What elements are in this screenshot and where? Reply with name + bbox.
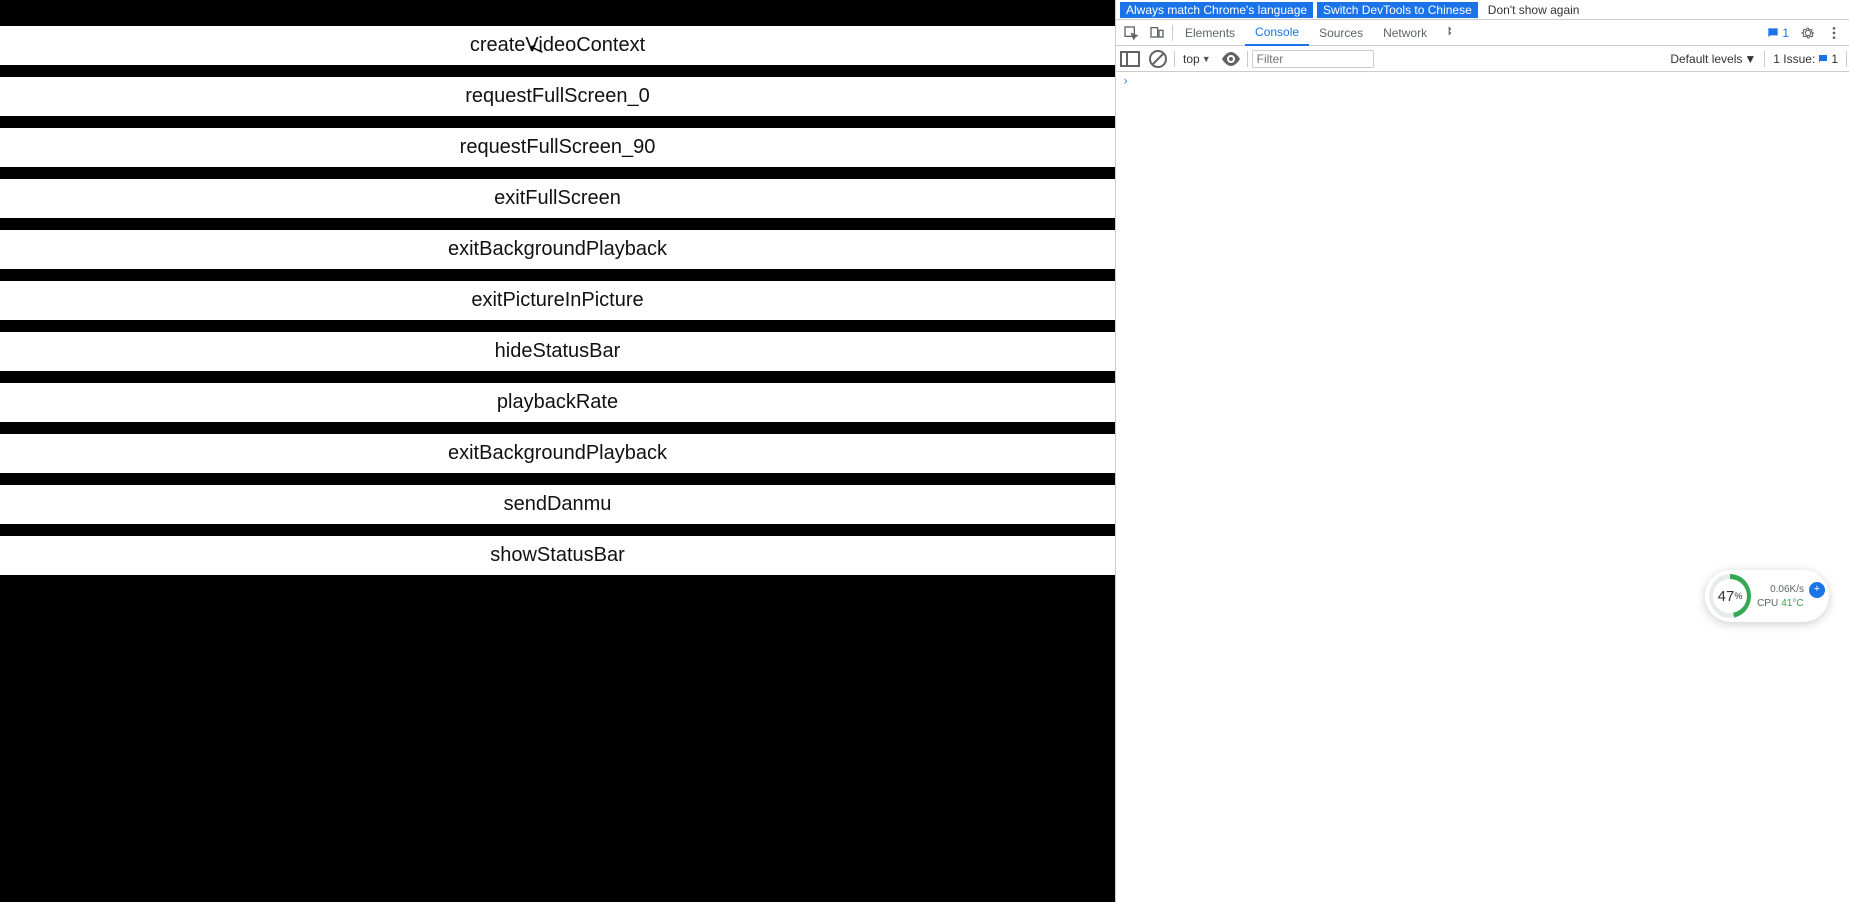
message-count-badge[interactable]: 1 <box>1760 26 1795 40</box>
button-label: sendDanmu <box>504 493 612 516</box>
tab-sources[interactable]: Sources <box>1309 20 1373 46</box>
button-label: exitBackgroundPlayback <box>448 238 667 261</box>
net-speed: 0.06K/s <box>1770 584 1804 596</box>
console-prompt-icon: › <box>1122 74 1129 88</box>
dont-show-again-button[interactable]: Don't show again <box>1482 2 1586 18</box>
percent-symbol: % <box>1734 591 1742 601</box>
chevron-down-icon: ▼ <box>1202 54 1211 64</box>
always-match-language-button[interactable]: Always match Chrome's language <box>1120 2 1313 18</box>
usage-value: 47% <box>1713 579 1747 613</box>
separator <box>1247 51 1248 67</box>
api-button-requestFullScreen-90[interactable]: requestFullScreen_90 <box>0 128 1115 167</box>
system-monitor-widget[interactable]: 47% 0.06K/s + CPU 41°C <box>1705 570 1829 622</box>
api-button-exitBackgroundPlayback[interactable]: exitBackgroundPlayback <box>0 230 1115 269</box>
api-button-showStatusBar[interactable]: showStatusBar <box>0 536 1115 575</box>
api-button-exitBackgroundPlayback-2[interactable]: exitBackgroundPlayback <box>0 434 1115 473</box>
console-toolbar: top ▼ Default levels ▼ 1 Issue: 1 <box>1116 46 1849 72</box>
button-label: playbackRate <box>497 391 618 414</box>
settings-icon[interactable] <box>1795 20 1821 46</box>
devtools-panel: Always match Chrome's language Switch De… <box>1115 0 1849 902</box>
tab-console[interactable]: Console <box>1245 20 1309 46</box>
issues-count: 1 <box>1831 52 1838 66</box>
api-button-requestFullScreen-0[interactable]: requestFullScreen_0 <box>0 77 1115 116</box>
button-label: showStatusBar <box>490 544 625 567</box>
system-stats: 0.06K/s + CPU 41°C <box>1757 582 1825 610</box>
separator <box>1764 51 1765 67</box>
sidebar-toggle-icon[interactable] <box>1118 47 1142 71</box>
switch-to-chinese-button[interactable]: Switch DevTools to Chinese <box>1317 2 1478 18</box>
message-count-value: 1 <box>1782 26 1789 40</box>
api-button-playbackRate[interactable]: playbackRate <box>0 383 1115 422</box>
preview-pane[interactable]: createVideoContext requestFullScreen_0 r… <box>0 0 1115 902</box>
usage-percent: 47 <box>1718 588 1735 605</box>
console-body[interactable]: › <box>1116 72 1849 902</box>
language-infobar: Always match Chrome's language Switch De… <box>1116 0 1849 20</box>
button-label: exitBackgroundPlayback <box>448 442 667 465</box>
button-label: requestFullScreen_90 <box>460 136 656 159</box>
device-toolbar-icon[interactable] <box>1144 20 1170 46</box>
button-label: hideStatusBar <box>495 340 621 363</box>
api-button-exitPictureInPicture[interactable]: exitPictureInPicture <box>0 281 1115 320</box>
more-tabs-icon[interactable] <box>1437 20 1463 46</box>
devtools-tabstrip: Elements Console Sources Network 1 <box>1116 20 1849 46</box>
api-button-sendDanmu[interactable]: sendDanmu <box>0 485 1115 524</box>
separator <box>1174 51 1175 67</box>
context-value: top <box>1183 52 1200 66</box>
usage-ring: 47% <box>1709 574 1751 618</box>
button-label: createVideoContext <box>470 34 645 57</box>
button-label: requestFullScreen_0 <box>465 85 650 108</box>
live-expression-icon[interactable] <box>1219 47 1243 71</box>
separator <box>1846 51 1847 67</box>
clear-console-icon[interactable] <box>1146 47 1170 71</box>
levels-label: Default levels <box>1670 52 1742 66</box>
more-menu-icon[interactable] <box>1821 20 1847 46</box>
api-button-exitFullScreen[interactable]: exitFullScreen <box>0 179 1115 218</box>
cpu-temp: 41°C <box>1781 598 1803 610</box>
tab-network[interactable]: Network <box>1373 20 1437 46</box>
cpu-label: CPU <box>1757 598 1778 610</box>
api-button-createVideoContext[interactable]: createVideoContext <box>0 26 1115 65</box>
inspect-element-icon[interactable] <box>1118 20 1144 46</box>
log-levels-selector[interactable]: Default levels ▼ <box>1666 52 1760 66</box>
button-label: exitFullScreen <box>494 187 621 210</box>
button-label: exitPictureInPicture <box>471 289 643 312</box>
add-widget-icon[interactable]: + <box>1809 582 1825 598</box>
preview-filler <box>0 587 1115 887</box>
issues-label: 1 Issue: <box>1773 52 1815 66</box>
filter-input[interactable] <box>1252 50 1374 68</box>
context-selector[interactable]: top ▼ <box>1179 52 1215 66</box>
separator <box>1172 25 1173 41</box>
chevron-down-icon: ▼ <box>1744 52 1756 66</box>
download-arrow-icon <box>1757 585 1767 595</box>
tab-elements[interactable]: Elements <box>1175 20 1245 46</box>
api-button-hideStatusBar[interactable]: hideStatusBar <box>0 332 1115 371</box>
issues-indicator[interactable]: 1 Issue: 1 <box>1769 52 1842 66</box>
